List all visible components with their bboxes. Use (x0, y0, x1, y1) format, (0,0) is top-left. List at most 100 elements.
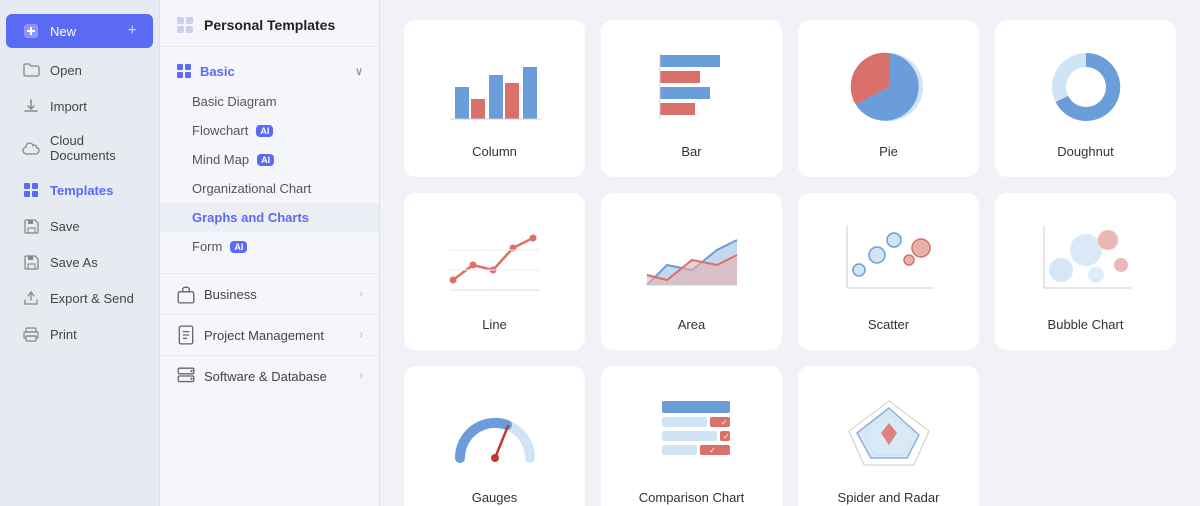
pie-label: Pie (879, 144, 898, 159)
import-icon (22, 97, 40, 115)
project-icon (176, 325, 196, 345)
print-label: Print (50, 327, 77, 342)
nav-category-business[interactable]: Business › (160, 273, 379, 314)
sidebar-item-new[interactable]: New + (6, 14, 153, 48)
column-preview (440, 42, 550, 132)
bar-preview (637, 42, 747, 132)
save-icon (22, 217, 40, 235)
sidebar-item-saveas[interactable]: Save As (6, 245, 153, 279)
mindmap-ai-badge: AI (257, 154, 274, 166)
form-ai-badge: AI (230, 241, 247, 253)
basic-label: Basic (200, 64, 235, 79)
sidebar-item-templates[interactable]: Templates (6, 173, 153, 207)
basic-section: Basic ∨ Basic Diagram Flowchart AI Mind … (160, 47, 379, 269)
saveas-label: Save As (50, 255, 98, 270)
bubble-preview (1031, 215, 1141, 305)
basic-diagram-label: Basic Diagram (192, 94, 277, 109)
area-preview (637, 215, 747, 305)
middle-nav: Personal Templates Basic ∨ Basic Diagram… (160, 0, 380, 506)
column-label: Column (472, 144, 517, 159)
sidebar-item-open[interactable]: Open (6, 53, 153, 87)
basic-icon (176, 63, 192, 79)
svg-text:✓: ✓ (723, 432, 730, 441)
org-chart-label: Organizational Chart (192, 181, 311, 196)
software-icon (176, 366, 196, 386)
personal-templates-icon (176, 16, 194, 34)
business-icon (176, 284, 196, 304)
chart-card-doughnut[interactable]: Doughnut (995, 20, 1176, 177)
project-chevron-icon: › (359, 329, 363, 341)
cloud-icon (22, 139, 40, 157)
basic-chevron-icon: ∨ (355, 65, 363, 78)
new-label: New (50, 24, 76, 39)
templates-label: Templates (50, 183, 113, 198)
templates-icon (22, 181, 40, 199)
chart-card-spider[interactable]: Spider and Radar (798, 366, 979, 506)
nav-category-software[interactable]: Software & Database › (160, 355, 379, 396)
nav-item-basic-diagram[interactable]: Basic Diagram (160, 87, 379, 116)
flowchart-label: Flowchart (192, 123, 248, 138)
basic-section-header[interactable]: Basic ∨ (160, 55, 379, 87)
save-label: Save (50, 219, 80, 234)
personal-templates-title: Personal Templates (204, 17, 335, 33)
chart-card-bubble[interactable]: Bubble Chart (995, 193, 1176, 350)
chart-card-gauges[interactable]: Gauges (404, 366, 585, 506)
form-label: Form (192, 239, 222, 254)
area-label: Area (678, 317, 705, 332)
gauges-preview (440, 388, 550, 478)
line-preview (440, 215, 550, 305)
middle-nav-header: Personal Templates (160, 0, 379, 47)
scatter-preview (834, 215, 944, 305)
doughnut-preview (1031, 42, 1141, 132)
mindmap-label: Mind Map (192, 152, 249, 167)
sidebar-item-cloud[interactable]: Cloud Documents (6, 125, 153, 171)
gauges-label: Gauges (472, 490, 518, 505)
project-label: Project Management (204, 328, 324, 343)
sidebar-item-print[interactable]: Print (6, 317, 153, 351)
chart-card-scatter[interactable]: Scatter (798, 193, 979, 350)
doughnut-label: Doughnut (1057, 144, 1113, 159)
other-sections: Business › Project Management › (160, 269, 379, 400)
sidebar: New + Open Import Cloud Documents (0, 0, 160, 506)
bar-label: Bar (681, 144, 701, 159)
spider-label: Spider and Radar (838, 490, 940, 505)
graphs-charts-label: Graphs and Charts (192, 210, 309, 225)
print-icon (22, 325, 40, 343)
chart-card-comparison[interactable]: ✓ ✓ ✓ Comparison Chart (601, 366, 782, 506)
plus-icon (22, 22, 40, 40)
chart-card-area[interactable]: Area (601, 193, 782, 350)
chart-card-pie[interactable]: Pie (798, 20, 979, 177)
software-label: Software & Database (204, 369, 327, 384)
scatter-label: Scatter (868, 317, 909, 332)
sidebar-item-export[interactable]: Export & Send (6, 281, 153, 315)
software-chevron-icon: › (359, 370, 363, 382)
business-label: Business (204, 287, 257, 302)
chart-card-bar[interactable]: Bar (601, 20, 782, 177)
svg-text:✓: ✓ (721, 418, 728, 427)
comparison-preview: ✓ ✓ ✓ (637, 388, 747, 478)
comparison-label: Comparison Chart (639, 490, 745, 505)
nav-item-flowchart[interactable]: Flowchart AI (160, 116, 379, 145)
sidebar-item-save[interactable]: Save (6, 209, 153, 243)
chart-grid: Column Bar (404, 20, 1176, 506)
chart-card-column[interactable]: Column (404, 20, 585, 177)
cloud-label: Cloud Documents (50, 133, 137, 163)
new-plus-icon: + (128, 22, 137, 40)
flowchart-ai-badge: AI (256, 125, 273, 137)
nav-item-graphs-charts[interactable]: Graphs and Charts (160, 203, 379, 232)
main-content: Column Bar (380, 0, 1200, 506)
export-icon (22, 289, 40, 307)
nav-item-form[interactable]: Form AI (160, 232, 379, 261)
nav-item-mindmap[interactable]: Mind Map AI (160, 145, 379, 174)
line-label: Line (482, 317, 507, 332)
import-label: Import (50, 99, 87, 114)
folder-icon (22, 61, 40, 79)
sidebar-item-import[interactable]: Import (6, 89, 153, 123)
nav-category-project[interactable]: Project Management › (160, 314, 379, 355)
nav-item-org-chart[interactable]: Organizational Chart (160, 174, 379, 203)
saveas-icon (22, 253, 40, 271)
business-chevron-icon: › (359, 288, 363, 300)
spider-preview (834, 388, 944, 478)
open-label: Open (50, 63, 82, 78)
chart-card-line[interactable]: Line (404, 193, 585, 350)
